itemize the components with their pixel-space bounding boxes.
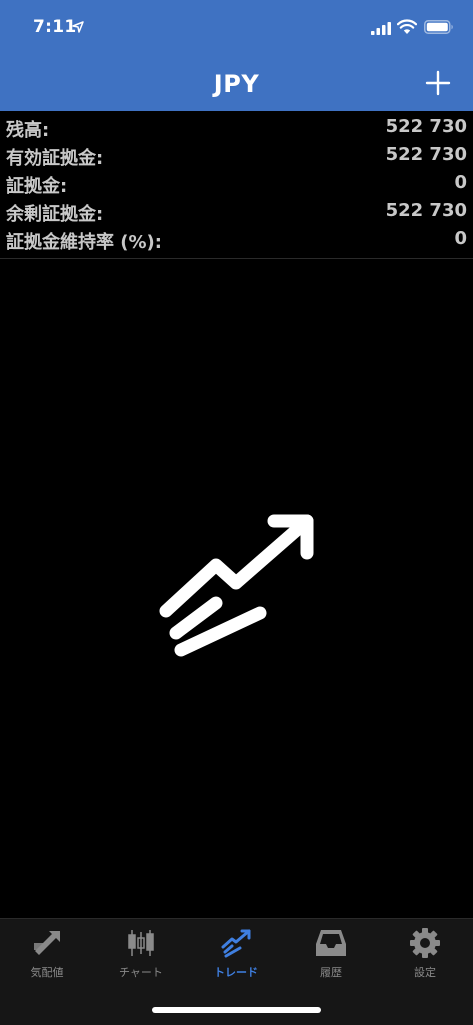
quotes-icon bbox=[34, 931, 60, 955]
home-indicator[interactable] bbox=[152, 1007, 321, 1013]
equity-value: 522 730 bbox=[385, 144, 467, 165]
account-summary: 残高: 522 730 有効証拠金: 522 730 証拠金: 0 余剰証拠金:… bbox=[0, 111, 473, 259]
margin-label: 証拠金: bbox=[6, 176, 68, 197]
equity-label: 有効証拠金: bbox=[6, 148, 104, 169]
page-title: JPY bbox=[213, 70, 260, 98]
margin-level-value: 0 bbox=[454, 228, 467, 249]
tab-chart[interactable]: チャート bbox=[94, 919, 188, 999]
cellular-signal-icon bbox=[371, 22, 391, 35]
status-time: 7:11 bbox=[33, 17, 77, 37]
free-margin-value: 522 730 bbox=[385, 200, 467, 221]
status-bar: 7:11 bbox=[0, 0, 473, 56]
battery-icon bbox=[424, 20, 453, 34]
candlestick-chart-icon bbox=[128, 930, 154, 956]
balance-label: 残高: bbox=[6, 120, 50, 141]
tab-history[interactable]: 履歴 bbox=[284, 919, 378, 999]
summary-row-margin: 証拠金: 0 bbox=[6, 172, 467, 200]
balance-value: 522 730 bbox=[385, 116, 467, 137]
tab-trade[interactable]: トレード bbox=[189, 919, 283, 999]
app-header: 7:11 JPY bbox=[0, 0, 473, 111]
settings-gear-icon bbox=[410, 928, 440, 958]
tab-settings-label: 設定 bbox=[414, 966, 436, 979]
tab-history-label: 履歴 bbox=[320, 966, 342, 979]
margin-level-label: 証拠金維持率 (%): bbox=[6, 232, 162, 253]
summary-row-equity: 有効証拠金: 522 730 bbox=[6, 144, 467, 172]
summary-row-free-margin: 余剰証拠金: 522 730 bbox=[6, 200, 467, 228]
tab-quotes-label: 気配値 bbox=[30, 966, 64, 979]
location-arrow-icon bbox=[72, 21, 84, 33]
trade-trend-icon bbox=[159, 514, 314, 657]
tab-chart-label: チャート bbox=[119, 966, 163, 979]
tab-settings[interactable]: 設定 bbox=[378, 919, 472, 999]
add-plus-icon[interactable] bbox=[425, 70, 451, 96]
trade-icon bbox=[221, 929, 251, 958]
summary-row-balance: 残高: 522 730 bbox=[6, 116, 467, 144]
free-margin-label: 余剰証拠金: bbox=[6, 204, 104, 225]
summary-row-margin-level: 証拠金維持率 (%): 0 bbox=[6, 228, 467, 256]
margin-value: 0 bbox=[454, 172, 467, 193]
tab-trade-label: トレード bbox=[214, 966, 258, 979]
history-inbox-icon bbox=[316, 930, 346, 956]
wifi-icon bbox=[397, 19, 417, 34]
tab-quotes[interactable]: 気配値 bbox=[0, 919, 94, 999]
